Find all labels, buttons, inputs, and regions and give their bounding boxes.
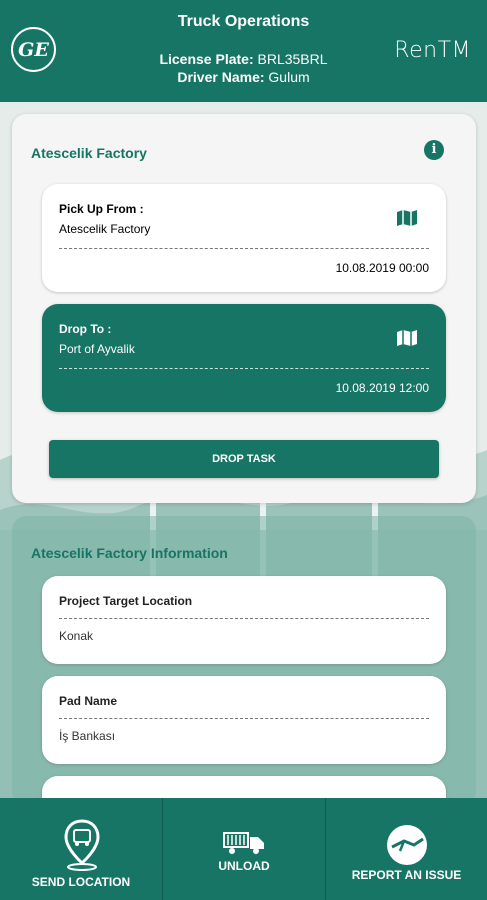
dropoff-card[interactable]: Drop To : Port of Ayvalik 10.08.2019 12:… (42, 304, 446, 412)
info-card: Pad Name İş Bankası (42, 676, 446, 764)
pickup-label: Pick Up From : (59, 202, 144, 216)
issue-icon (387, 825, 427, 865)
info-value: Konak (59, 629, 94, 643)
dropoff-label: Drop To : (59, 322, 112, 336)
send-location-button[interactable]: SEND LOCATION (0, 798, 162, 900)
info-value: İş Bankası (59, 729, 116, 743)
map-icon[interactable] (396, 329, 418, 347)
divider (59, 618, 429, 619)
task-title: Atescelik Factory (31, 145, 147, 161)
driver-name: Driver Name: Gulum (177, 69, 310, 85)
info-icon[interactable]: i (424, 140, 444, 160)
rentm-logo: RenTM (394, 38, 471, 63)
dropoff-location: Port of Ayvalik (59, 342, 135, 356)
info-panel: Atescelik Factory Information Project Ta… (12, 516, 476, 836)
truck-icon (223, 832, 264, 854)
pickup-card[interactable]: Pick Up From : Atescelik Factory 10.08.2… (42, 184, 446, 292)
page-title: Truck Operations (177, 13, 310, 30)
unload-button[interactable]: UNLOAD (163, 798, 325, 900)
divider (59, 368, 429, 369)
bottom-nav: SEND LOCATION UNLOAD REPORT AN ISSUE (0, 798, 487, 900)
drop-task-button[interactable]: DROP TASK (49, 440, 439, 478)
info-card: Project Target Location Konak (42, 576, 446, 664)
task-panel: Atescelik Factory i Pick Up From : Atesc… (12, 114, 476, 503)
report-issue-button[interactable]: REPORT AN ISSUE (326, 798, 487, 900)
info-label: Project Target Location (59, 594, 193, 608)
unload-label: UNLOAD (218, 859, 270, 873)
send-location-label: SEND LOCATION (31, 875, 131, 889)
dropoff-datetime: 10.08.2019 12:00 (335, 381, 429, 395)
pickup-location: Atescelik Factory (59, 222, 151, 236)
info-title: Atescelik Factory Information (31, 545, 228, 561)
report-issue-label: REPORT AN ISSUE (351, 868, 462, 882)
location-pin-icon (64, 819, 100, 871)
divider (59, 248, 429, 249)
info-label: Pad Name (59, 694, 118, 708)
pickup-datetime: 10.08.2019 00:00 (335, 261, 429, 275)
divider (59, 718, 429, 719)
app-header: GE Truck Operations License Plate: BRL35… (0, 0, 487, 102)
map-icon[interactable] (396, 209, 418, 227)
